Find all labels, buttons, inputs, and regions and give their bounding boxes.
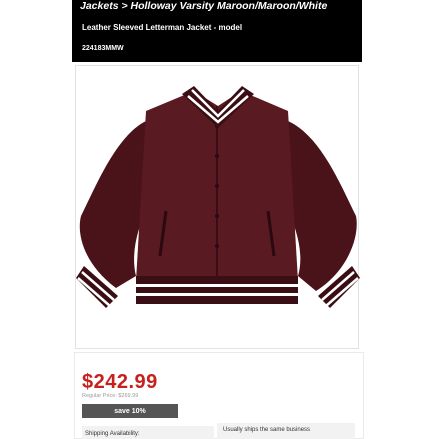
shipping-note: Usually ships the same business (223, 427, 311, 433)
breadcrumb[interactable]: Jackets > Holloway Varsity Maroon/Maroon… (80, 0, 327, 12)
waistband (136, 276, 298, 304)
save-label: save 10% (114, 407, 146, 415)
shipping-note-box: Usually ships the same business (217, 423, 355, 439)
regular-price: Regular Price: $269.99 (82, 393, 139, 399)
shipping-availability: Shipping Availability: (82, 426, 214, 439)
product-image-frame[interactable] (75, 65, 360, 350)
product-title: Leather Sleeved Letterman Jacket - model (82, 23, 243, 32)
product-header: Jackets > Holloway Varsity Maroon/Maroon… (72, 0, 362, 62)
product-sku: 224183MMW (82, 45, 124, 52)
sale-price: $242.99 (82, 371, 158, 393)
save-badge: save 10% (82, 404, 178, 418)
product-image[interactable] (76, 66, 360, 350)
shipping-label: Shipping Availability: (85, 431, 140, 437)
